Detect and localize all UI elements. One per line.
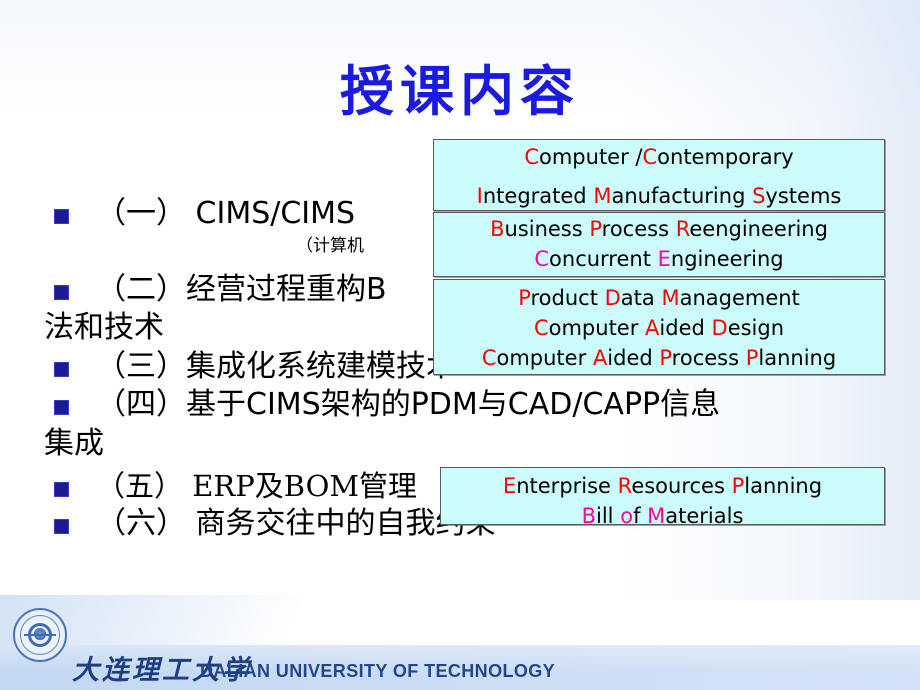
- capital-letter: B: [581, 504, 597, 528]
- callout-line: Enterprise Resources Planning: [441, 476, 884, 497]
- list-item-continuation: 集成: [44, 425, 104, 461]
- capital-letter: E: [502, 474, 517, 498]
- capital-letter: P: [731, 474, 745, 498]
- callout-box-pdm: Product Data Management Computer Aided D…: [433, 279, 885, 375]
- university-name-en: DALIAN UNIVERSITY OF TECHNOLOGY: [200, 661, 556, 681]
- square-bullet-icon: [54, 209, 69, 224]
- callout-line: Bill of Materials: [441, 506, 884, 527]
- callout-line: Business Process Reengineering: [434, 219, 884, 240]
- callout-text: ill: [596, 504, 621, 528]
- capital-letter: S: [752, 184, 766, 208]
- capital-letter: P: [659, 346, 672, 370]
- capital-letter: E: [657, 247, 671, 271]
- capital-letter: P: [518, 286, 531, 310]
- seal-crossbar: [24, 634, 56, 636]
- callout-box-erp: Enterprise Resources Planning Bill of Ma…: [440, 467, 885, 527]
- capital-letter: C: [642, 145, 658, 169]
- callout-text: ntegrated: [482, 184, 594, 208]
- slide-canvas: 授课内容 （一） CIMS/CIMS （计算机 （二）经营过程重构B 法和技术 …: [0, 0, 920, 690]
- callout-line: Concurrent Engineering: [434, 249, 884, 270]
- callout-line: Product Data Management: [434, 288, 884, 309]
- capital-letter: P: [589, 217, 602, 241]
- callout-text: omputer: [548, 316, 646, 340]
- callout-line: Computer /Contemporary: [434, 147, 884, 168]
- square-bullet-icon: [54, 361, 69, 377]
- callout-text: omputer: [496, 346, 593, 370]
- capital-letter: M: [647, 504, 666, 528]
- capital-letter: M: [661, 286, 680, 310]
- list-item: （四）基于CIMS架构的PDM与CAD/CAPP信息: [44, 387, 884, 424]
- square-bullet-icon: [54, 400, 69, 416]
- capital-letter: R: [617, 474, 632, 498]
- callout-text: anufacturing: [611, 184, 753, 208]
- callout-text: ngineering: [670, 247, 784, 271]
- page-title: 授课内容: [340, 59, 580, 123]
- callout-text: ystems: [765, 184, 842, 208]
- capital-letter: M: [593, 184, 612, 208]
- capital-letter: C: [533, 316, 549, 340]
- list-item-label: （四）基于CIMS架构的PDM与CAD/CAPP信息: [96, 387, 721, 423]
- capital-letter: C: [481, 346, 497, 370]
- callout-text: aterials: [665, 504, 744, 528]
- callout-text: ided: [607, 346, 660, 370]
- callout-text: eengineering: [689, 217, 828, 241]
- callout-text: oncurrent: [549, 247, 658, 271]
- callout-text: roduct: [530, 286, 605, 310]
- capital-letter: A: [592, 346, 608, 370]
- capital-letter: A: [645, 316, 660, 340]
- capital-letter: o: [620, 504, 634, 528]
- callout-text: ata: [620, 286, 662, 310]
- callout-text: nterprise: [516, 474, 618, 498]
- callout-text: usiness: [504, 217, 590, 241]
- callout-text: rocess: [671, 346, 746, 370]
- callout-text: rocess: [601, 217, 676, 241]
- callout-line: Computer Aided Design: [434, 318, 884, 339]
- callout-box-bpr: Business Process Reengineering Concurren…: [433, 212, 885, 277]
- callout-text: ontemporary: [657, 145, 794, 169]
- callout-text: lanning: [744, 474, 823, 498]
- callout-text: f: [633, 504, 648, 528]
- square-bullet-icon: [54, 518, 69, 534]
- university-seal-icon: [13, 608, 67, 662]
- capital-letter: D: [604, 286, 621, 310]
- callout-text: ided: [659, 316, 712, 340]
- callout-text: anagement: [679, 286, 800, 310]
- capital-letter: P: [745, 346, 759, 370]
- square-bullet-icon: [54, 481, 69, 497]
- callout-box-cims: Computer /Contemporary Integrated Manufa…: [433, 139, 885, 211]
- capital-letter: C: [524, 145, 539, 169]
- callout-line: Integrated Manufacturing Systems: [434, 186, 884, 207]
- callout-text: esign: [727, 316, 785, 340]
- callout-line: Computer Aided Process Planning: [434, 348, 884, 369]
- capital-letter: C: [534, 247, 550, 271]
- callout-text: lanning: [758, 346, 837, 370]
- callout-text: omputer /: [539, 145, 643, 169]
- capital-letter: D: [711, 316, 728, 340]
- square-bullet-icon: [54, 284, 69, 300]
- capital-letter: B: [490, 217, 505, 241]
- callout-text: esources: [631, 474, 732, 498]
- capital-letter: R: [675, 217, 690, 241]
